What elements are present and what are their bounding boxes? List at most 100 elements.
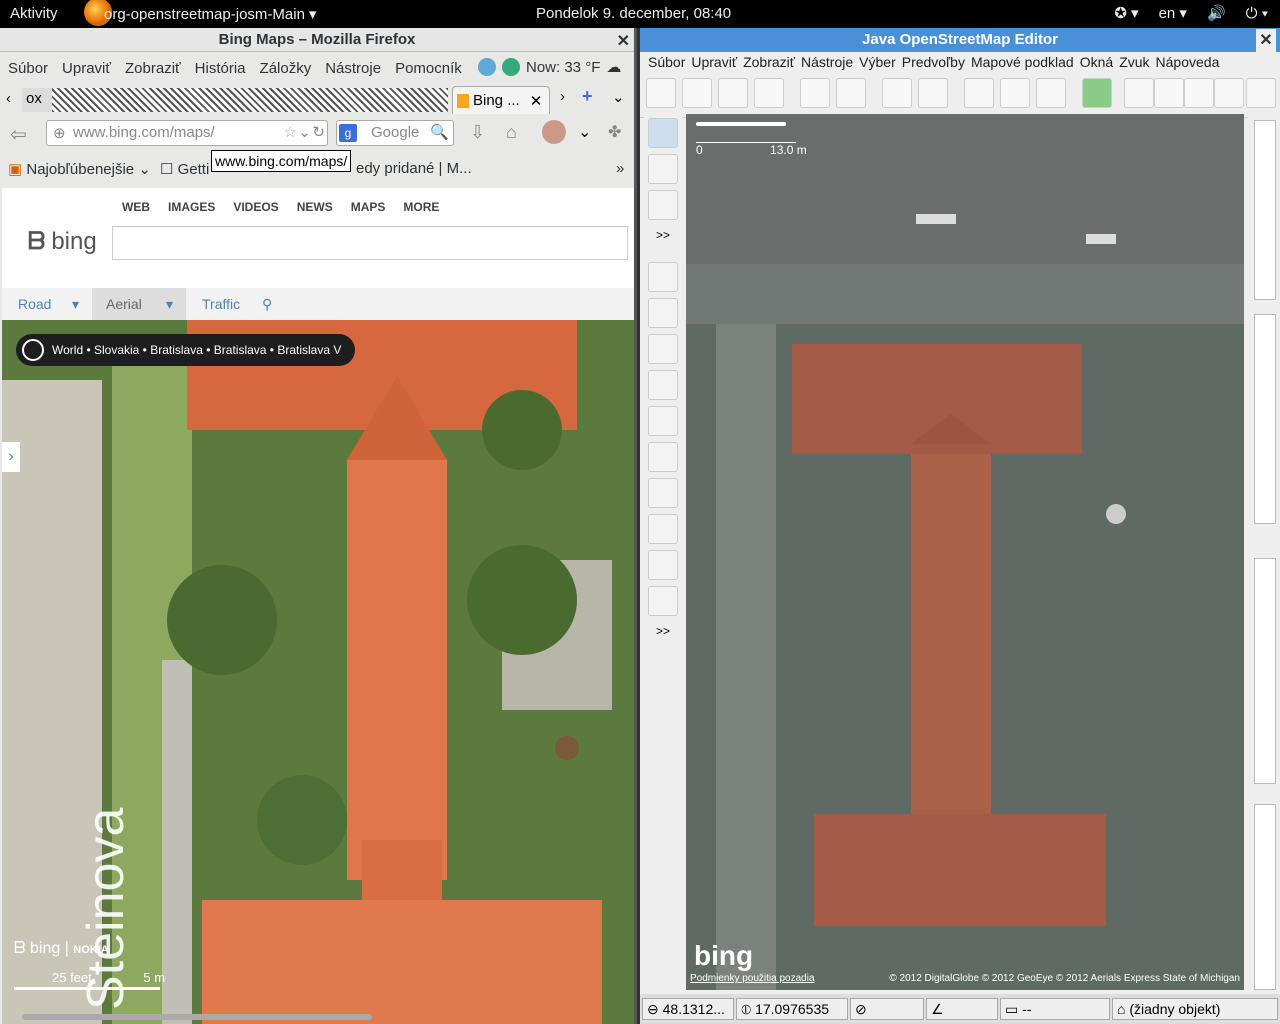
nav-maps[interactable]: MAPS: [351, 200, 386, 214]
nav-news[interactable]: NEWS: [297, 200, 333, 214]
nav-web[interactable]: WEB: [122, 200, 150, 214]
weather-widget[interactable]: Now: 33 °F ☁: [478, 58, 621, 76]
activities-button[interactable]: Aktivity: [10, 5, 58, 22]
validator-icon[interactable]: [648, 514, 678, 544]
menu-tools[interactable]: Nástroje: [325, 60, 381, 77]
map-mode-road[interactable]: Road: [18, 296, 51, 312]
conflict-icon[interactable]: [648, 478, 678, 508]
chevron-down-icon[interactable]: ▾: [166, 296, 173, 313]
list-tabs-icon[interactable]: ⌄: [612, 88, 625, 106]
menu-file[interactable]: Súbor: [8, 60, 48, 77]
panel-selection[interactable]: [1254, 558, 1276, 784]
select-icon[interactable]: [648, 118, 678, 148]
open-file-icon[interactable]: [646, 78, 676, 108]
tab-previous[interactable]: ox: [22, 88, 52, 112]
more-tools-1[interactable]: >>: [656, 228, 670, 242]
align-icon[interactable]: [1082, 78, 1112, 108]
streetside-icon[interactable]: ⚲: [262, 296, 272, 313]
draw-icon[interactable]: [648, 154, 678, 184]
home-icon[interactable]: ⌂: [506, 122, 517, 143]
chevron-down-icon[interactable]: ⌄: [578, 122, 591, 142]
close-icon[interactable]: ✕: [617, 30, 630, 54]
menu-view[interactable]: Zobraziť: [125, 60, 181, 77]
upload-icon[interactable]: [754, 78, 784, 108]
app-menu[interactable]: org-openstreetmap-josm-Main ▾: [92, 5, 316, 24]
bookmarks-overflow-icon[interactable]: »: [616, 160, 624, 177]
zoom-icon[interactable]: [882, 78, 912, 108]
bookmark-most-visited[interactable]: ▣ Najobľúbenejšie ⌄: [8, 160, 151, 178]
language-menu[interactable]: en ▾: [1159, 4, 1187, 22]
layers-icon[interactable]: [648, 262, 678, 292]
filter-icon[interactable]: [648, 550, 678, 580]
undo-icon[interactable]: [800, 78, 830, 108]
preferences-icon[interactable]: [918, 78, 948, 108]
volume-icon[interactable]: 🔊: [1207, 4, 1226, 22]
menu-bookmarks[interactable]: Záložky: [260, 60, 312, 77]
download-icon[interactable]: [718, 78, 748, 108]
locate-icon[interactable]: [22, 339, 44, 361]
close-tab-icon[interactable]: ✕: [530, 92, 543, 110]
bookmark-recent[interactable]: edy pridané | M...: [356, 160, 472, 177]
back-icon[interactable]: ⇦: [10, 122, 27, 147]
menu-edit[interactable]: Upraviť: [62, 60, 111, 77]
panel-properties[interactable]: [1254, 314, 1276, 524]
close-icon[interactable]: ✕: [1256, 29, 1276, 53]
tab-bing[interactable]: Bing ... ✕: [452, 86, 550, 114]
split-way-icon[interactable]: [964, 78, 994, 108]
clock[interactable]: Pondelok 9. december, 08:40: [536, 5, 731, 22]
menu-windows[interactable]: Okná: [1080, 54, 1113, 74]
menu-view[interactable]: Zobraziť: [743, 54, 795, 74]
url-bar[interactable]: ⊕ www.bing.com/maps/ ☆ ⌄ ↻: [46, 120, 328, 146]
chevron-down-icon[interactable]: ⌄: [298, 123, 311, 141]
chevron-down-icon[interactable]: ▾: [72, 296, 79, 313]
nav-images[interactable]: IMAGES: [168, 200, 215, 214]
josm-map-view[interactable]: 0 13.0 m bing Podmienky použitia pozadia…: [686, 114, 1244, 990]
reload-icon[interactable]: ↻: [312, 123, 325, 141]
download-icon[interactable]: ⇩: [470, 122, 485, 143]
menu-selection[interactable]: Výber: [859, 54, 896, 74]
bookmark-getting-started[interactable]: ☐ Getti: [160, 160, 209, 178]
nav-more[interactable]: MORE: [403, 200, 439, 214]
panel-relations[interactable]: [1254, 804, 1276, 990]
imagery-terms-link[interactable]: Podmienky použitia pozadia: [690, 973, 815, 984]
accessibility-icon[interactable]: ✪ ▾: [1114, 4, 1138, 22]
relations-icon[interactable]: [648, 334, 678, 364]
new-tab-icon[interactable]: +: [582, 86, 593, 107]
tab-scroll-right-icon[interactable]: ›: [560, 88, 565, 105]
location-breadcrumb[interactable]: World • Slovakia • Bratislava • Bratisla…: [16, 334, 356, 366]
panel-layers[interactable]: [1254, 120, 1276, 300]
menu-history[interactable]: História: [195, 60, 246, 77]
menu-file[interactable]: Súbor: [648, 54, 685, 74]
more-tools-2[interactable]: >>: [656, 624, 670, 638]
addon-icon[interactable]: [542, 120, 566, 144]
menu-help[interactable]: Pomocník: [395, 60, 462, 77]
zoom-slider[interactable]: [696, 122, 786, 126]
authors-icon[interactable]: [648, 406, 678, 436]
combine-way-icon[interactable]: [1000, 78, 1030, 108]
map-mode-traffic[interactable]: Traffic: [202, 296, 240, 312]
menu-preferences[interactable]: Predvoľby: [902, 54, 965, 74]
reverse-way-icon[interactable]: [1036, 78, 1066, 108]
history-icon[interactable]: [648, 370, 678, 400]
save-icon[interactable]: [682, 78, 712, 108]
power-icon[interactable]: ⏻ ▾: [1246, 5, 1268, 22]
expand-panel-icon[interactable]: ›: [2, 442, 20, 472]
menu-tools[interactable]: Nástroje: [801, 54, 853, 74]
hand-icon[interactable]: [1214, 78, 1244, 108]
orthogonalize-icon[interactable]: [1124, 78, 1154, 108]
menu-edit[interactable]: Upraviť: [691, 54, 737, 74]
zoom-tool-icon[interactable]: [648, 190, 678, 220]
search-input[interactable]: g Google 🔍: [336, 120, 454, 146]
building-icon[interactable]: [1184, 78, 1214, 108]
star-icon[interactable]: ☆: [284, 123, 297, 141]
redo-icon[interactable]: [836, 78, 866, 108]
menu-imagery[interactable]: Mapové podklad: [971, 54, 1074, 74]
tags-icon[interactable]: [648, 298, 678, 328]
map-paint-icon[interactable]: [648, 586, 678, 616]
tab-scroll-left-icon[interactable]: ‹: [6, 90, 11, 107]
menu-help[interactable]: Nápoveda: [1156, 54, 1220, 74]
bing-search-input[interactable]: [112, 226, 628, 260]
menu-audio[interactable]: Zvuk: [1119, 54, 1149, 74]
bing-aerial-map[interactable]: World • Slovakia • Bratislava • Bratisla…: [2, 320, 634, 1024]
car-icon[interactable]: [1246, 78, 1276, 108]
